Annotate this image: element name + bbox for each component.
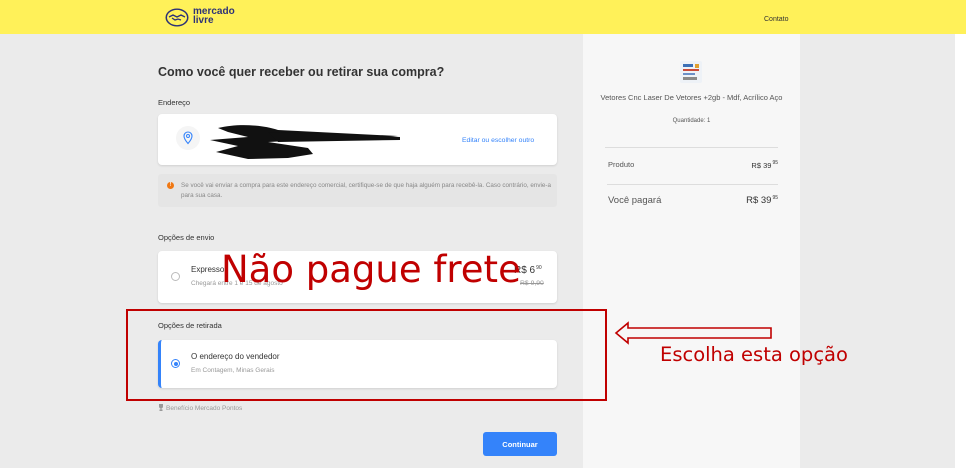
shipping-old-price: R$ 9,90 bbox=[520, 280, 544, 287]
product-quantity: Quantidade: 1 bbox=[672, 118, 711, 124]
shipping-radio[interactable] bbox=[171, 272, 180, 281]
total-price-cents: 95 bbox=[772, 195, 778, 201]
product-label: Produto bbox=[608, 160, 635, 169]
shipping-option-title: Expresso bbox=[191, 265, 225, 274]
summary-divider bbox=[605, 147, 778, 148]
redacted-address-scribble bbox=[210, 125, 400, 159]
scrollbar-track[interactable] bbox=[955, 34, 966, 468]
product-price-cents: 95 bbox=[772, 160, 778, 166]
product-price-int: R$ 39 bbox=[751, 161, 772, 170]
address-section-label: Endereço bbox=[158, 98, 191, 107]
annotation-callout: Escolha esta opção bbox=[660, 343, 848, 366]
header-bar: mercado livre Contato bbox=[0, 0, 966, 34]
annotation-headline: Não pague frete bbox=[221, 248, 521, 291]
product-thumbnail bbox=[680, 61, 702, 83]
continue-button[interactable]: Continuar bbox=[483, 432, 557, 456]
shipping-section-label: Opções de envio bbox=[158, 233, 215, 242]
logo-line-2: livre bbox=[193, 15, 214, 26]
total-price-int: R$ 39 bbox=[746, 195, 772, 206]
handshake-logo-icon bbox=[165, 8, 189, 27]
product-title: Vetores Cnc Laser De Vetores +2gb - Mdf,… bbox=[600, 93, 783, 102]
notice-text: Se você vai enviar a compra para este en… bbox=[181, 182, 551, 199]
right-gutter bbox=[800, 34, 966, 468]
edit-address-link[interactable]: Editar ou escolher outro bbox=[462, 137, 534, 144]
mercado-livre-logo[interactable]: mercado livre bbox=[165, 6, 255, 30]
annotation-highlight-box bbox=[126, 309, 607, 401]
benefit-note: Benefício Mercado Pontos bbox=[158, 404, 242, 412]
location-pin-icon bbox=[176, 126, 200, 150]
contact-link[interactable]: Contato bbox=[764, 16, 789, 23]
order-summary: Vetores Cnc Laser De Vetores +2gb - Mdf,… bbox=[583, 34, 800, 468]
summary-divider bbox=[607, 184, 778, 185]
logo-text: mercado livre bbox=[193, 7, 253, 26]
warning-icon: ! bbox=[167, 182, 174, 189]
benefit-text: Benefício Mercado Pontos bbox=[166, 405, 243, 412]
shipping-price-cents: 90 bbox=[536, 265, 542, 271]
checkout-page: mercado livre Contato Vetores Cnc Laser … bbox=[0, 0, 966, 468]
trophy-icon bbox=[159, 404, 163, 411]
total-label: Você pagará bbox=[608, 195, 662, 206]
total-price: R$ 3995 bbox=[746, 195, 778, 206]
commercial-address-notice: ! Se você vai enviar a compra para este … bbox=[158, 174, 557, 207]
page-title: Como você quer receber ou retirar sua co… bbox=[158, 65, 445, 79]
product-price: R$ 3995 bbox=[751, 160, 778, 170]
annotation-arrow-icon bbox=[614, 321, 772, 345]
